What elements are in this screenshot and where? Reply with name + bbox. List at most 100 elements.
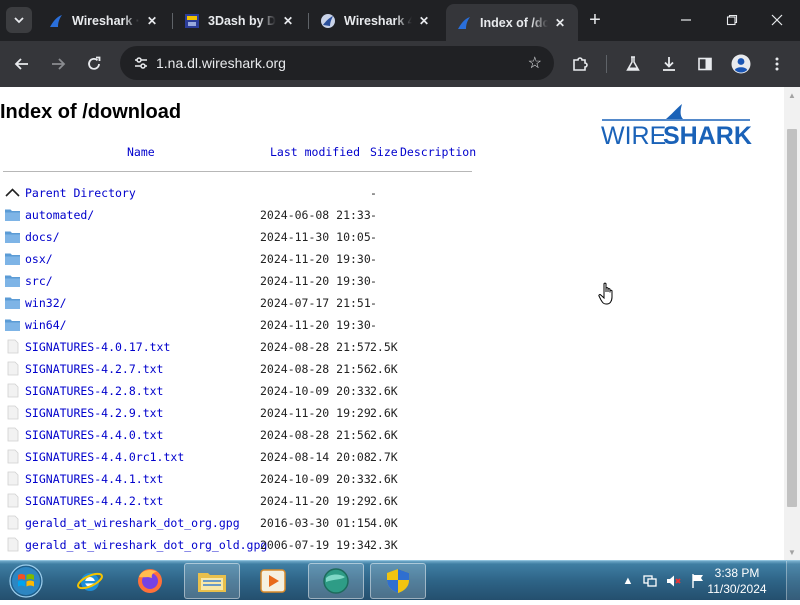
tab-index-of-download[interactable]: Index of /do ✕ [446, 4, 578, 41]
table-row: SIGNATURES-4.4.0rc1.txt 2024-08-14 20:08 2… [0, 446, 480, 468]
file-name-link[interactable]: osx/ [25, 252, 53, 266]
close-window-button[interactable] [765, 8, 789, 32]
downloads-button[interactable] [656, 51, 682, 77]
file-icon [7, 405, 19, 420]
table-row: SIGNATURES-4.2.9.txt 2024-11-20 19:29 2.6K [0, 402, 480, 424]
forward-button[interactable] [45, 51, 71, 77]
taskbar-firefox[interactable] [122, 563, 178, 599]
taskbar-setup-shield[interactable] [370, 563, 426, 599]
file-size: 2.6K [370, 362, 398, 376]
file-icon [7, 427, 19, 442]
table-row: SIGNATURES-4.2.7.txt 2024-08-28 21:56 2.6K [0, 358, 480, 380]
last-modified: 2024-08-28 21:57 [260, 340, 371, 354]
clock-date[interactable]: 11/30/2024 [702, 582, 772, 596]
browser-menu-button[interactable] [764, 51, 790, 77]
file-name-link[interactable]: src/ [25, 274, 53, 288]
file-name-link[interactable]: SIGNATURES-4.4.0rc1.txt [25, 450, 184, 464]
address-bar[interactable]: 1.na.dl.wireshark.org ☆ [120, 46, 554, 80]
minimize-button[interactable] [674, 8, 698, 32]
new-tab-button[interactable]: + [584, 9, 606, 31]
flask-icon [626, 56, 640, 71]
file-size: - [370, 208, 377, 222]
taskbar-app-globe[interactable] [308, 563, 364, 599]
vertical-scrollbar[interactable]: ▲ ▼ [784, 87, 800, 560]
scroll-down-arrow-icon[interactable]: ▼ [784, 544, 800, 560]
file-name-link[interactable]: gerald_at_wireshark_dot_org_old.gpg [25, 538, 267, 552]
file-icon [7, 471, 19, 486]
tab-search-button[interactable] [6, 7, 32, 33]
side-panel-button[interactable] [692, 51, 718, 77]
file-name-link[interactable]: SIGNATURES-4.4.1.txt [25, 472, 163, 486]
close-icon[interactable]: ✕ [280, 13, 296, 29]
avatar-icon [731, 54, 751, 74]
file-icon [7, 515, 19, 530]
show-desktop-button[interactable] [786, 561, 800, 601]
scrollbar-thumb[interactable] [787, 129, 797, 507]
column-header-description[interactable]: Description [400, 145, 476, 159]
file-name-link[interactable]: docs/ [25, 230, 60, 244]
labs-button[interactable] [620, 51, 646, 77]
reload-icon [88, 56, 101, 70]
close-icon[interactable]: ✕ [416, 13, 432, 29]
folder-icon [5, 209, 20, 221]
table-row: gerald_at_wireshark_dot_org_old.gpg 2006-… [0, 534, 480, 556]
start-button[interactable] [6, 562, 46, 600]
show-hidden-icons-chevron-icon[interactable]: ▲ [620, 573, 636, 589]
reload-button[interactable] [81, 51, 107, 77]
back-button[interactable] [9, 51, 35, 77]
file-name-link[interactable]: automated/ [25, 208, 94, 222]
file-name-link[interactable]: win32/ [25, 296, 67, 310]
last-modified: 2024-10-09 20:33 [260, 384, 371, 398]
parent-directory-icon [5, 188, 20, 197]
taskbar-file-explorer[interactable] [184, 563, 240, 599]
profile-button[interactable] [728, 51, 754, 77]
close-icon[interactable]: ✕ [144, 13, 160, 29]
last-modified: 2024-11-20 19:30 [260, 318, 371, 332]
close-icon[interactable]: ✕ [552, 15, 568, 31]
file-name-link[interactable]: gerald_at_wireshark_dot_org.gpg [25, 516, 240, 530]
folder-icon [5, 253, 20, 265]
tab-title: Wireshark · [72, 13, 140, 28]
table-row: osx/2024-11-20 19:30- [0, 248, 480, 270]
file-name-link[interactable]: SIGNATURES-4.2.7.txt [25, 362, 163, 376]
bookmark-star-icon[interactable]: ☆ [528, 53, 542, 73]
extensions-button[interactable] [567, 51, 593, 77]
puzzle-icon [573, 57, 588, 71]
column-header-name[interactable]: Name [127, 145, 155, 159]
taskbar-media-player[interactable] [245, 563, 301, 599]
tab-wireshark[interactable]: Wireshark · ✕ [38, 4, 170, 37]
clock-time[interactable]: 3:38 PM [702, 566, 772, 580]
network-icon[interactable] [642, 573, 658, 589]
file-name-link[interactable]: SIGNATURES-4.4.2.txt [25, 494, 163, 508]
file-name-link[interactable]: Parent Directory [25, 186, 136, 200]
wireshark-fin-icon [48, 13, 64, 29]
folder-icon [5, 297, 20, 309]
system-tray: ▲ 3:38 PM 11/30/2024 [618, 561, 800, 601]
file-size: - [370, 230, 377, 244]
last-modified: 2024-10-09 20:33 [260, 472, 371, 486]
tab-3dash[interactable]: 3Dash by De ✕ [174, 4, 306, 37]
file-name-link[interactable]: SIGNATURES-4.2.8.txt [25, 384, 163, 398]
file-name-link[interactable]: SIGNATURES-4.0.17.txt [25, 340, 170, 354]
folder-icon [5, 319, 20, 331]
scroll-up-arrow-icon[interactable]: ▲ [784, 87, 800, 103]
column-header-last-modified[interactable]: Last modified [270, 145, 360, 159]
last-modified: 2024-11-20 19:30 [260, 274, 371, 288]
file-name-link[interactable]: SIGNATURES-4.2.9.txt [25, 406, 163, 420]
volume-muted-icon[interactable] [666, 573, 682, 589]
tab-wireshark-4[interactable]: Wireshark 4 ✕ [310, 4, 442, 37]
file-size: 2.6K [370, 494, 398, 508]
3dash-icon [184, 13, 200, 29]
tab-title: Index of /do [480, 15, 548, 30]
column-header-size[interactable]: Size [370, 145, 398, 159]
taskbar-internet-explorer[interactable] [62, 563, 118, 599]
file-name-link[interactable]: win64/ [25, 318, 67, 332]
wireshark-logo[interactable]: WIRE SHARK [600, 103, 752, 150]
last-modified: 2024-08-14 20:08 [260, 450, 371, 464]
site-settings-icon[interactable] [132, 54, 150, 72]
address-url[interactable]: 1.na.dl.wireshark.org [156, 55, 286, 71]
last-modified: 2024-11-30 10:05 [260, 230, 371, 244]
file-name-link[interactable]: SIGNATURES-4.4.0.txt [25, 428, 163, 442]
toolbar-divider [606, 55, 607, 73]
restore-button[interactable] [720, 8, 744, 32]
